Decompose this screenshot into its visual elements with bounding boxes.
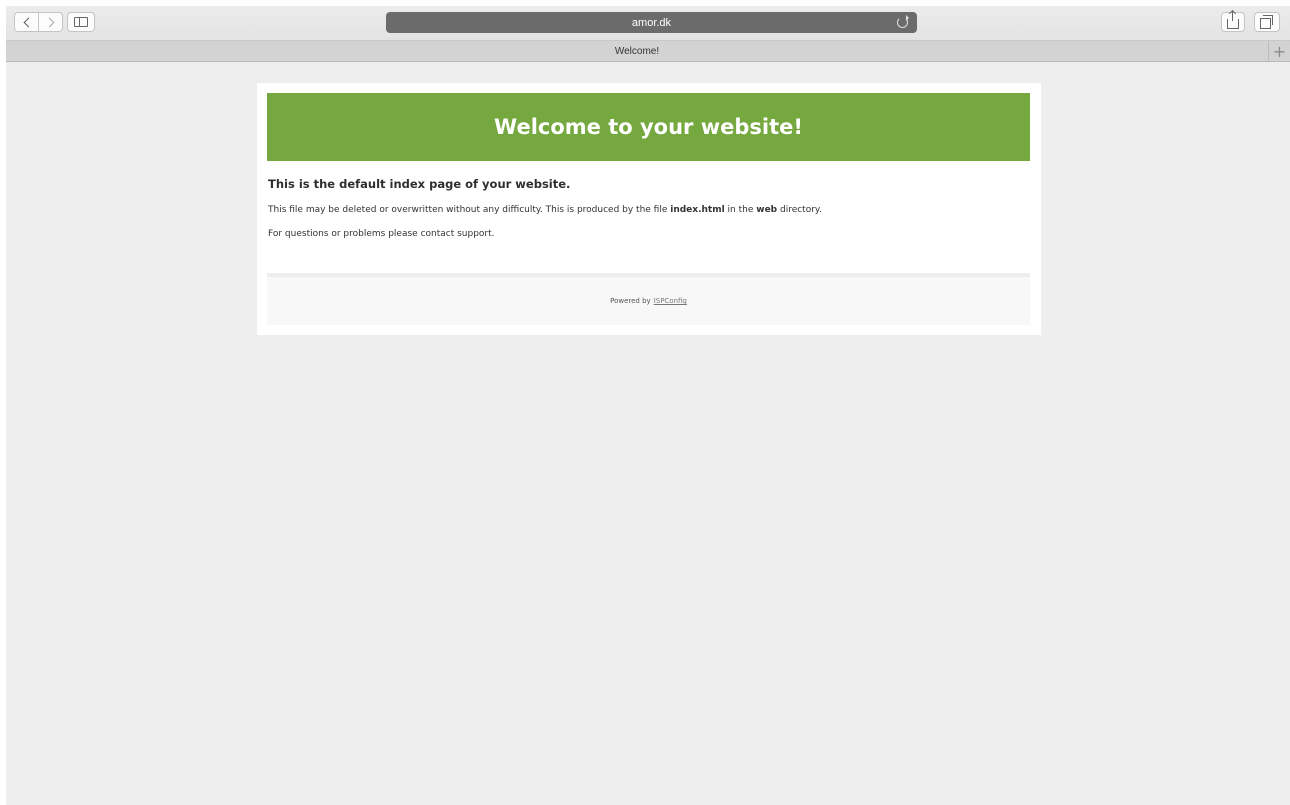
ispconfig-link[interactable]: ISPConfig bbox=[654, 297, 687, 305]
support-paragraph: For questions or problems please contact… bbox=[268, 229, 495, 239]
sidebar-icon bbox=[74, 17, 88, 27]
new-tab-button[interactable]: + bbox=[1268, 41, 1290, 61]
address-text: amor.dk bbox=[631, 16, 672, 29]
address-bar[interactable]: amor.dk bbox=[386, 12, 917, 33]
chevron-left-icon bbox=[23, 17, 33, 27]
tabs-overview-icon bbox=[1260, 15, 1273, 29]
reload-icon[interactable] bbox=[897, 15, 909, 28]
back-button[interactable] bbox=[15, 13, 38, 31]
forward-button[interactable] bbox=[38, 13, 62, 31]
show-all-tabs-button[interactable] bbox=[1254, 12, 1280, 32]
file-name: index.html bbox=[670, 205, 725, 215]
lead-heading: This is the default index page of your w… bbox=[268, 177, 571, 191]
chevron-right-icon bbox=[44, 17, 54, 27]
tab-bar: Welcome! + bbox=[6, 41, 1290, 62]
sidebar-toggle-button[interactable] bbox=[67, 12, 95, 32]
share-button[interactable] bbox=[1221, 11, 1245, 32]
footer-prefix: Powered by bbox=[610, 297, 651, 305]
navigation-buttons bbox=[14, 12, 63, 32]
page-footer: Powered by ISPConfig bbox=[267, 273, 1030, 325]
banner-title: Welcome to your website! bbox=[494, 115, 803, 139]
tab-title-text: Welcome! bbox=[614, 45, 660, 57]
info-paragraph: This file may be deleted or overwritten … bbox=[268, 205, 822, 215]
welcome-banner: Welcome to your website! bbox=[267, 93, 1030, 161]
share-icon bbox=[1227, 11, 1239, 29]
info-text: This file may be deleted or overwritten … bbox=[268, 205, 671, 215]
info-text-middle: in the bbox=[724, 205, 757, 215]
browser-window: amor.dk Welcome! + Welcome to your websi… bbox=[6, 6, 1290, 805]
tab-welcome[interactable]: Welcome! bbox=[6, 41, 1268, 61]
info-text-end: directory. bbox=[777, 205, 822, 215]
browser-toolbar: amor.dk bbox=[6, 6, 1290, 41]
page-card: Welcome to your website! This is the def… bbox=[257, 83, 1041, 335]
directory-name: web bbox=[756, 205, 778, 215]
plus-icon: + bbox=[1272, 41, 1287, 61]
